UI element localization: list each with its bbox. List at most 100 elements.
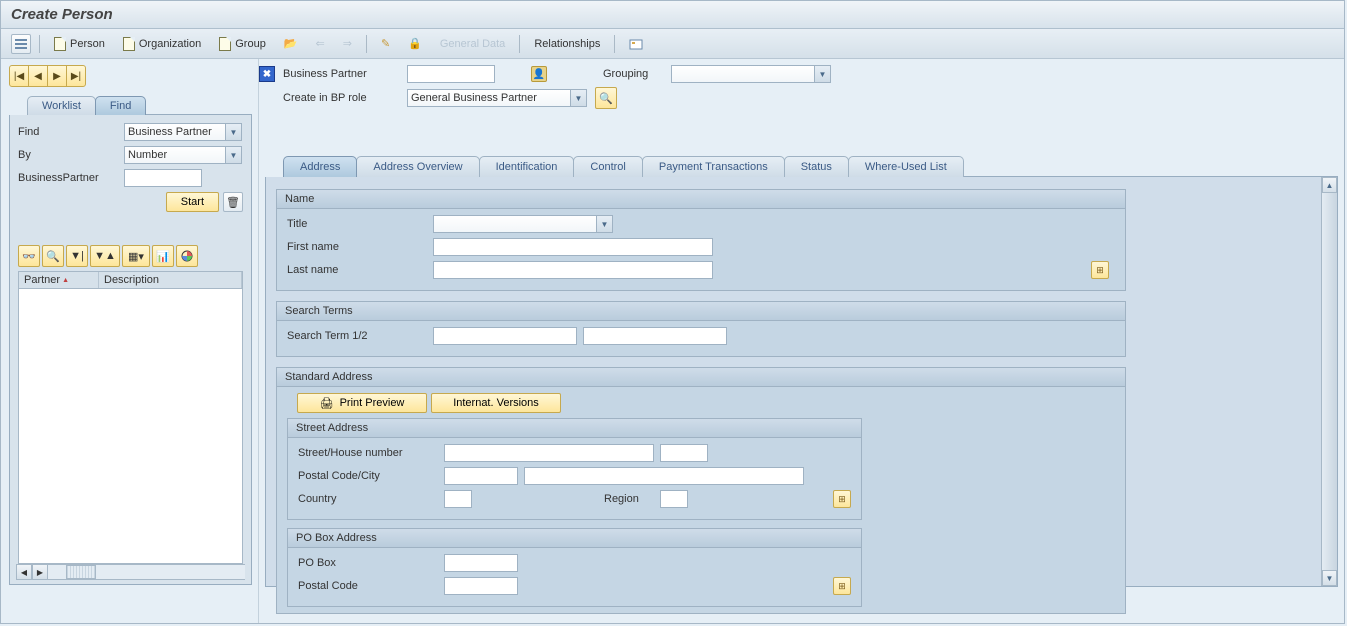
intl-versions-button[interactable]: Internat. Versions xyxy=(431,393,561,413)
color-icon[interactable] xyxy=(176,245,198,267)
layout-icon[interactable]: ▦▾ xyxy=(122,245,150,267)
house-number-input[interactable] xyxy=(660,444,708,462)
print-preview-button[interactable]: 🖨 Print Preview xyxy=(297,393,427,413)
filter-icon[interactable]: ▼| xyxy=(66,245,88,267)
menu-organization[interactable]: Organization xyxy=(117,35,207,53)
tab-overview[interactable]: Address Overview xyxy=(356,156,479,177)
last-name-input[interactable] xyxy=(433,261,713,279)
separator xyxy=(366,35,367,53)
app-window: Create Person Person Organization Group … xyxy=(0,0,1345,624)
tab-identification[interactable]: Identification xyxy=(479,156,575,177)
menu-group[interactable]: Group xyxy=(213,35,272,53)
chevron-down-icon: ▼ xyxy=(225,124,241,140)
tab-payment-label: Payment Transactions xyxy=(659,161,768,173)
pobox-postal-input[interactable] xyxy=(444,577,518,595)
col-partner[interactable]: Partner ▲ xyxy=(19,272,99,288)
page-title: Create Person xyxy=(11,6,113,23)
tab-address-label: Address xyxy=(300,161,340,173)
first-name-label: First name xyxy=(287,241,427,253)
edit-icon[interactable]: ✎ xyxy=(375,35,396,52)
region-input[interactable] xyxy=(660,490,688,508)
role-detail-icon[interactable]: 🔍 xyxy=(595,87,617,109)
separator xyxy=(39,35,40,53)
search-panel-title: Search Terms xyxy=(277,302,1125,321)
street-input[interactable] xyxy=(444,444,654,462)
grouping-select[interactable]: ▼ xyxy=(671,65,831,83)
glasses-icon[interactable]: 👓 xyxy=(18,245,40,267)
v-scrollbar[interactable]: ▲ ▼ xyxy=(1321,177,1337,586)
by-value: Number xyxy=(128,149,167,161)
scroll-up-icon[interactable]: ▲ xyxy=(1322,177,1337,193)
tab-where[interactable]: Where-Used List xyxy=(848,156,964,177)
expand-pobox-icon[interactable]: ⊞ xyxy=(833,577,851,595)
find-value: Business Partner xyxy=(128,126,212,138)
start-button[interactable]: Start xyxy=(166,192,219,212)
chart-icon[interactable]: 📊 xyxy=(152,245,174,267)
tab-overview-label: Address Overview xyxy=(373,161,462,173)
title-select[interactable]: ▼ xyxy=(433,215,613,233)
settings-icon[interactable] xyxy=(623,35,649,53)
check-icon[interactable]: 🔒 xyxy=(402,35,428,52)
find-icon[interactable]: 🔍 xyxy=(42,245,64,267)
city-input[interactable] xyxy=(524,467,804,485)
menu-icon[interactable] xyxy=(11,34,31,54)
tab-control[interactable]: Control xyxy=(573,156,642,177)
nav-fwd-icon[interactable]: ⇒ xyxy=(337,35,358,52)
nav-prev[interactable]: ◀ xyxy=(28,65,48,87)
col-partner-label: Partner xyxy=(24,274,60,286)
address-panel: Standard Address 🖨 Print Preview Interna… xyxy=(276,367,1126,614)
grid-body[interactable] xyxy=(18,289,243,564)
scroll-track[interactable] xyxy=(48,564,245,580)
nav-first[interactable]: |◀ xyxy=(9,65,29,87)
person-icon: 👤 xyxy=(531,66,547,82)
nav-last[interactable]: ▶| xyxy=(66,65,86,87)
left-pane: |◀ ◀ ▶ ▶| Worklist Find Find Business Pa… xyxy=(1,59,259,623)
tab-where-label: Where-Used List xyxy=(865,161,947,173)
menu-person[interactable]: Person xyxy=(48,35,111,53)
bp-input[interactable] xyxy=(124,169,202,187)
tab-status[interactable]: Status xyxy=(784,156,849,177)
expand-name-icon[interactable]: ⊞ xyxy=(1091,261,1109,279)
bp-label: BusinessPartner xyxy=(18,172,118,184)
first-name-input[interactable] xyxy=(433,238,713,256)
pobox-input[interactable] xyxy=(444,554,518,572)
scroll-grip[interactable] xyxy=(66,565,96,579)
nav-back-icon[interactable]: ⇐ xyxy=(310,35,331,52)
create-role-value: General Business Partner xyxy=(411,92,537,104)
create-role-select[interactable]: General Business Partner ▼ xyxy=(407,89,587,107)
country-input[interactable] xyxy=(444,490,472,508)
title-label: Title xyxy=(287,218,427,230)
tab-worklist[interactable]: Worklist xyxy=(27,96,96,115)
by-select[interactable]: Number ▼ xyxy=(124,146,242,164)
search-panel: Search Terms Search Term 1/2 xyxy=(276,301,1126,357)
postal-input[interactable] xyxy=(444,467,518,485)
chevron-down-icon: ▼ xyxy=(225,147,241,163)
name-panel-title: Name xyxy=(277,190,1125,209)
search-term1-input[interactable] xyxy=(433,327,577,345)
name-panel: Name Title ▼ First name xyxy=(276,189,1126,291)
nav-next[interactable]: ▶ xyxy=(47,65,67,87)
col-description[interactable]: Description xyxy=(99,272,242,288)
scroll-left-icon[interactable]: ◀ xyxy=(16,564,32,580)
tab-find[interactable]: Find xyxy=(95,96,146,115)
scroll-right-icon[interactable]: ▶ xyxy=(32,564,48,580)
tab-address[interactable]: Address xyxy=(283,156,357,177)
scroll-down-icon[interactable]: ▼ xyxy=(1322,570,1337,586)
search-term2-input[interactable] xyxy=(583,327,727,345)
grouping-label: Grouping xyxy=(603,68,663,80)
new-doc-icon xyxy=(54,37,66,51)
main-tabs: Address Address Overview Identification … xyxy=(283,155,1338,177)
right-pane: ✖ Business Partner 👤 Grouping ▼ Create i… xyxy=(259,59,1344,623)
expand-street-icon[interactable]: ⊞ xyxy=(833,490,851,508)
sort-icon[interactable]: ▼▲ xyxy=(90,245,120,267)
find-select[interactable]: Business Partner ▼ xyxy=(124,123,242,141)
menu-relationships[interactable]: Relationships xyxy=(528,36,606,52)
menu-general-data[interactable]: General Data xyxy=(434,36,511,52)
separator xyxy=(519,35,520,53)
open-icon[interactable]: 📂 xyxy=(278,35,304,52)
result-toolbar: 👓 🔍 ▼| ▼▲ ▦▾ 📊 xyxy=(18,245,243,267)
tab-payment[interactable]: Payment Transactions xyxy=(642,156,785,177)
address-panel-title: Standard Address xyxy=(277,368,1125,387)
delete-icon[interactable]: 🗑 xyxy=(223,192,243,212)
bp-number-input[interactable] xyxy=(407,65,495,83)
